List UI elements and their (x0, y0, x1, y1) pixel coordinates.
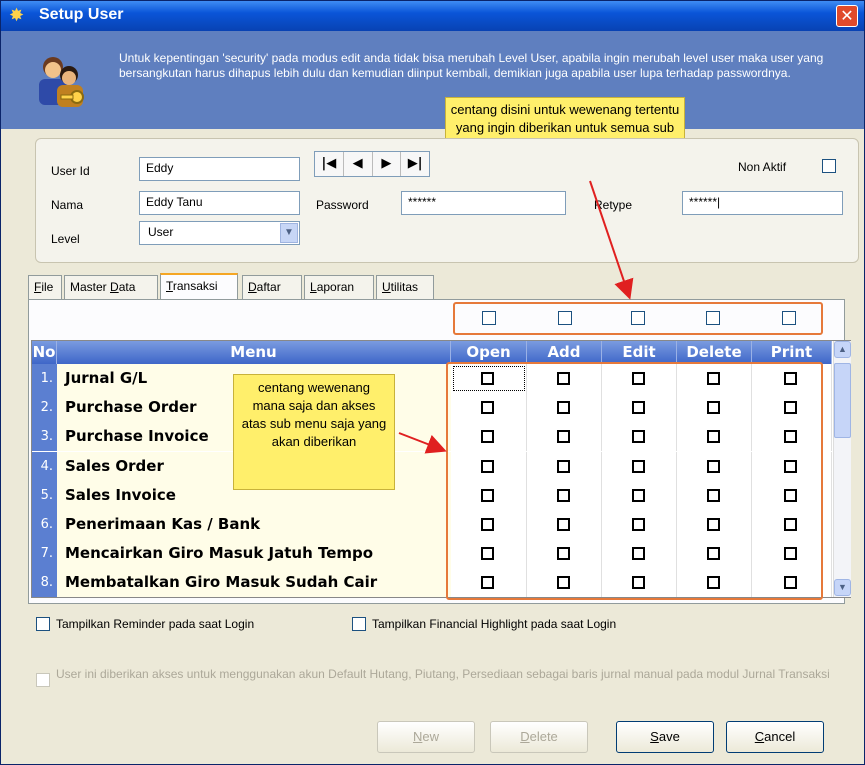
header-menu: Menu (57, 341, 451, 364)
tab-file[interactable]: File (28, 275, 62, 299)
chevron-down-icon[interactable]: ▼ (280, 223, 298, 243)
header-open: Open (451, 341, 527, 364)
header-delete: Delete (677, 341, 752, 364)
scroll-thumb[interactable] (834, 363, 851, 438)
grid-header: No Menu Open Add Edit Delete Print (32, 341, 832, 364)
non-aktif-checkbox[interactable] (822, 159, 836, 173)
header-no: No (32, 341, 57, 364)
callout-row-checks: centang wewenang mana saja dan akses ata… (233, 374, 395, 490)
header-print: Print (752, 341, 832, 364)
select-all-edit-checkbox[interactable] (631, 311, 645, 325)
close-button[interactable]: ✕ (836, 5, 858, 27)
delete-button[interactable]: Delete (490, 721, 588, 753)
user-id-field[interactable]: Eddy (139, 157, 300, 181)
row-number: 4. (32, 451, 57, 481)
users-keys-icon (39, 57, 84, 107)
reminder-checkbox[interactable] (36, 617, 50, 631)
column-select-all-box (453, 302, 823, 335)
retype-field[interactable]: ******| (682, 191, 843, 215)
row-menu-name: Mencairkan Giro Masuk Jatuh Tempo (57, 539, 451, 569)
select-all-delete-checkbox[interactable] (706, 311, 720, 325)
row-number: 2. (32, 393, 57, 423)
header-edit: Edit (602, 341, 677, 364)
security-info-text: Untuk kepentingan 'security' pada modus … (119, 51, 824, 80)
financial-highlight-label: Tampilkan Financial Highlight pada saat … (372, 617, 617, 631)
row-number: 6. (32, 510, 57, 539)
cancel-button[interactable]: Cancel (726, 721, 824, 753)
title-bar[interactable]: ✸ Setup User ✕ (1, 1, 864, 31)
header-add: Add (527, 341, 602, 364)
nama-label: Nama (51, 198, 84, 212)
nav-last-button[interactable]: ▶| (401, 152, 429, 176)
new-button[interactable]: New (377, 721, 475, 753)
reminder-label: Tampilkan Reminder pada saat Login (56, 617, 255, 631)
select-all-open-checkbox[interactable] (482, 311, 496, 325)
nav-prev-button[interactable]: ◀ (344, 152, 373, 176)
tab-utilitas[interactable]: Utilitas (376, 275, 434, 299)
window-title: Setup User (39, 6, 124, 23)
select-all-print-checkbox[interactable] (782, 311, 796, 325)
default-akun-label: User ini diberikan akses untuk menggunak… (56, 667, 830, 681)
level-label: Level (51, 232, 80, 246)
row-number: 7. (32, 539, 57, 569)
save-button[interactable]: Save (616, 721, 714, 753)
password-field[interactable]: ****** (401, 191, 566, 215)
level-select[interactable]: User ▼ (139, 221, 300, 245)
tab-daftar[interactable]: Daftar (242, 275, 302, 299)
row-number: 5. (32, 480, 57, 510)
setup-user-window: ✸ Setup User ✕ Untuk kepentingan 'securi… (0, 0, 865, 765)
info-panel: Untuk kepentingan 'security' pada modus … (1, 31, 864, 129)
nav-first-button[interactable]: |◀ (315, 152, 344, 176)
row-number: 1. (32, 364, 57, 393)
nav-next-button[interactable]: ▶ (373, 152, 402, 176)
password-label: Password (316, 198, 369, 212)
row-menu-name: Penerimaan Kas / Bank (57, 510, 451, 539)
tab-transaksi[interactable]: Transaksi (160, 273, 238, 300)
tab-master-data[interactable]: Master Data (64, 275, 158, 299)
financial-highlight-checkbox[interactable] (352, 617, 366, 631)
record-navigator: |◀ ◀ ▶ ▶| (314, 151, 430, 177)
nama-field[interactable]: Eddy Tanu (139, 191, 300, 215)
scroll-up-icon[interactable]: ▲ (834, 341, 851, 358)
row-permissions-highlight (446, 362, 823, 600)
level-value: User (148, 225, 174, 239)
default-akun-checkbox (36, 673, 50, 687)
row-number: 3. (32, 422, 57, 452)
app-icon: ✸ (9, 5, 25, 26)
non-aktif-label: Non Aktif (738, 160, 787, 174)
grid-scrollbar[interactable]: ▲ ▼ (833, 341, 851, 597)
row-menu-name: Membatalkan Giro Masuk Sudah Cair (57, 568, 451, 598)
scroll-down-icon[interactable]: ▼ (834, 579, 851, 596)
retype-label: Retype (594, 198, 633, 212)
row-number: 8. (32, 568, 57, 598)
tab-laporan[interactable]: Laporan (304, 275, 374, 299)
user-id-label: User Id (51, 164, 90, 178)
select-all-add-checkbox[interactable] (558, 311, 572, 325)
